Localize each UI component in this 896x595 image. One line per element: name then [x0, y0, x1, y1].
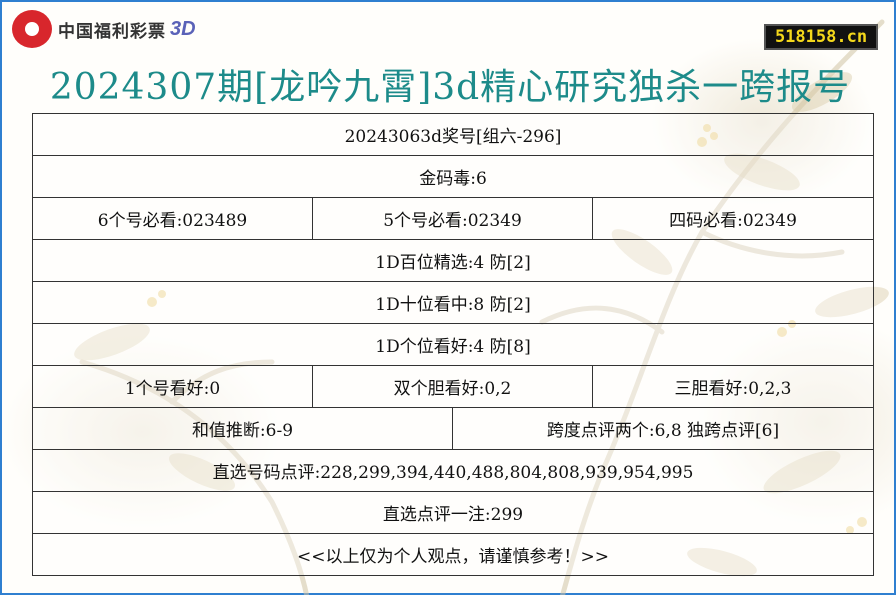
disclaimer-cell: <<以上仅为个人观点，请谨慎参考！>> — [32, 533, 874, 576]
logo-text: 中国福利彩票 — [58, 21, 166, 41]
table-row: 金码毒:6 — [32, 155, 874, 198]
table-row: 20243063d奖号[组六-296] — [32, 113, 874, 156]
span-cell: 跨度点评两个:6,8 独跨点评[6] — [452, 407, 874, 450]
prediction-table: 20243063d奖号[组六-296] 金码毒:6 6个号必看:023489 5… — [32, 113, 874, 576]
site-badge: 518158.cn — [764, 24, 878, 50]
direct-one-cell: 直选点评一注:299 — [32, 491, 874, 534]
six-numbers-cell: 6个号必看:023489 — [32, 197, 313, 240]
golden-number-cell: 金码毒:6 — [32, 155, 874, 198]
draw-result-cell: 20243063d奖号[组六-296] — [32, 113, 874, 156]
table-row: 1D十位看中:8 防[2] — [32, 281, 874, 324]
one-number-cell: 1个号看好:0 — [32, 365, 313, 408]
tens-cell: 1D十位看中:8 防[2] — [32, 281, 874, 324]
page-frame: 中国福利彩票 3D 518158.cn 2024307期[龙吟九霄]3d精心研究… — [0, 0, 896, 595]
triple-bold-cell: 三胆看好:0,2,3 — [592, 365, 874, 408]
sum-value-cell: 和值推断:6-9 — [32, 407, 453, 450]
table-row: 6个号必看:023489 5个号必看:02349 四码必看:02349 — [32, 197, 874, 240]
table-row: 直选点评一注:299 — [32, 491, 874, 534]
table-row: 1D个位看好:4 防[8] — [32, 323, 874, 366]
five-numbers-cell: 5个号必看:02349 — [312, 197, 593, 240]
lottery-logo-icon — [12, 10, 52, 48]
double-bold-cell: 双个胆看好:0,2 — [312, 365, 593, 408]
table-row: <<以上仅为个人观点，请谨慎参考！>> — [32, 533, 874, 576]
direct-numbers-cell: 直选号码点评:228,299,394,440,488,804,808,939,9… — [32, 449, 874, 492]
table-row: 1D百位精选:4 防[2] — [32, 239, 874, 282]
four-numbers-cell: 四码必看:02349 — [592, 197, 874, 240]
table-row: 和值推断:6-9 跨度点评两个:6,8 独跨点评[6] — [32, 407, 874, 450]
logo-3d-text: 3D — [170, 17, 196, 40]
page-title: 2024307期[龙吟九霄]3d精心研究独杀一跨报号 — [49, 67, 851, 108]
lottery-logo: 中国福利彩票 3D — [12, 10, 196, 48]
table-row: 1个号看好:0 双个胆看好:0,2 三胆看好:0,2,3 — [32, 365, 874, 408]
units-cell: 1D个位看好:4 防[8] — [32, 323, 874, 366]
table-row: 直选号码点评:228,299,394,440,488,804,808,939,9… — [32, 449, 874, 492]
hundreds-cell: 1D百位精选:4 防[2] — [32, 239, 874, 282]
